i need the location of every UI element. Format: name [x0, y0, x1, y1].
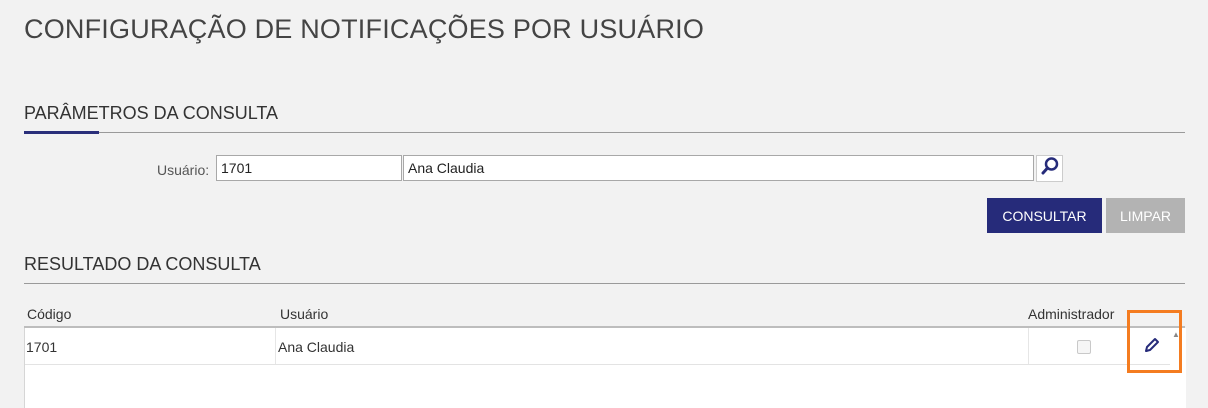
column-divider — [1028, 328, 1029, 364]
page-title: CONFIGURAÇÃO DE NOTIFICAÇÕES POR USUÁRIO — [24, 14, 705, 44]
cell-code: 1701 — [26, 339, 58, 355]
edit-button[interactable] — [1142, 337, 1162, 357]
grid-body: 1701 Ana Claudia ▲ — [24, 328, 1186, 408]
pencil-icon — [1143, 336, 1161, 359]
clear-button[interactable]: LIMPAR — [1106, 198, 1185, 233]
section-results-header: RESULTADO DA CONSULTA — [24, 254, 1185, 284]
scroll-up-arrow-icon[interactable]: ▲ — [1172, 330, 1180, 340]
column-header-code[interactable]: Código — [27, 306, 71, 322]
results-grid: Código Usuário Administrador 1701 Ana Cl… — [24, 296, 1186, 408]
magnifier-icon — [1040, 156, 1060, 181]
consult-button[interactable]: CONSULTAR — [987, 198, 1102, 233]
cell-user: Ana Claudia — [278, 339, 355, 355]
table-row[interactable]: 1701 Ana Claudia — [25, 328, 1170, 365]
column-header-user[interactable]: Usuário — [280, 306, 328, 322]
column-divider — [275, 328, 276, 364]
user-name-input[interactable] — [403, 155, 1034, 181]
grid-header: Código Usuário Administrador — [24, 296, 1185, 328]
user-code-input[interactable] — [216, 155, 402, 181]
column-header-admin[interactable]: Administrador — [1028, 306, 1114, 322]
section-results-title: RESULTADO DA CONSULTA — [24, 254, 261, 274]
user-field-label: Usuário: — [157, 162, 210, 178]
search-user-button[interactable] — [1036, 155, 1063, 182]
section-params-title: PARÂMETROS DA CONSULTA — [24, 103, 279, 123]
section-accent-bar — [24, 131, 99, 134]
admin-checkbox[interactable] — [1077, 340, 1091, 354]
column-divider — [1129, 328, 1130, 364]
section-params-header: PARÂMETROS DA CONSULTA — [24, 103, 1185, 134]
